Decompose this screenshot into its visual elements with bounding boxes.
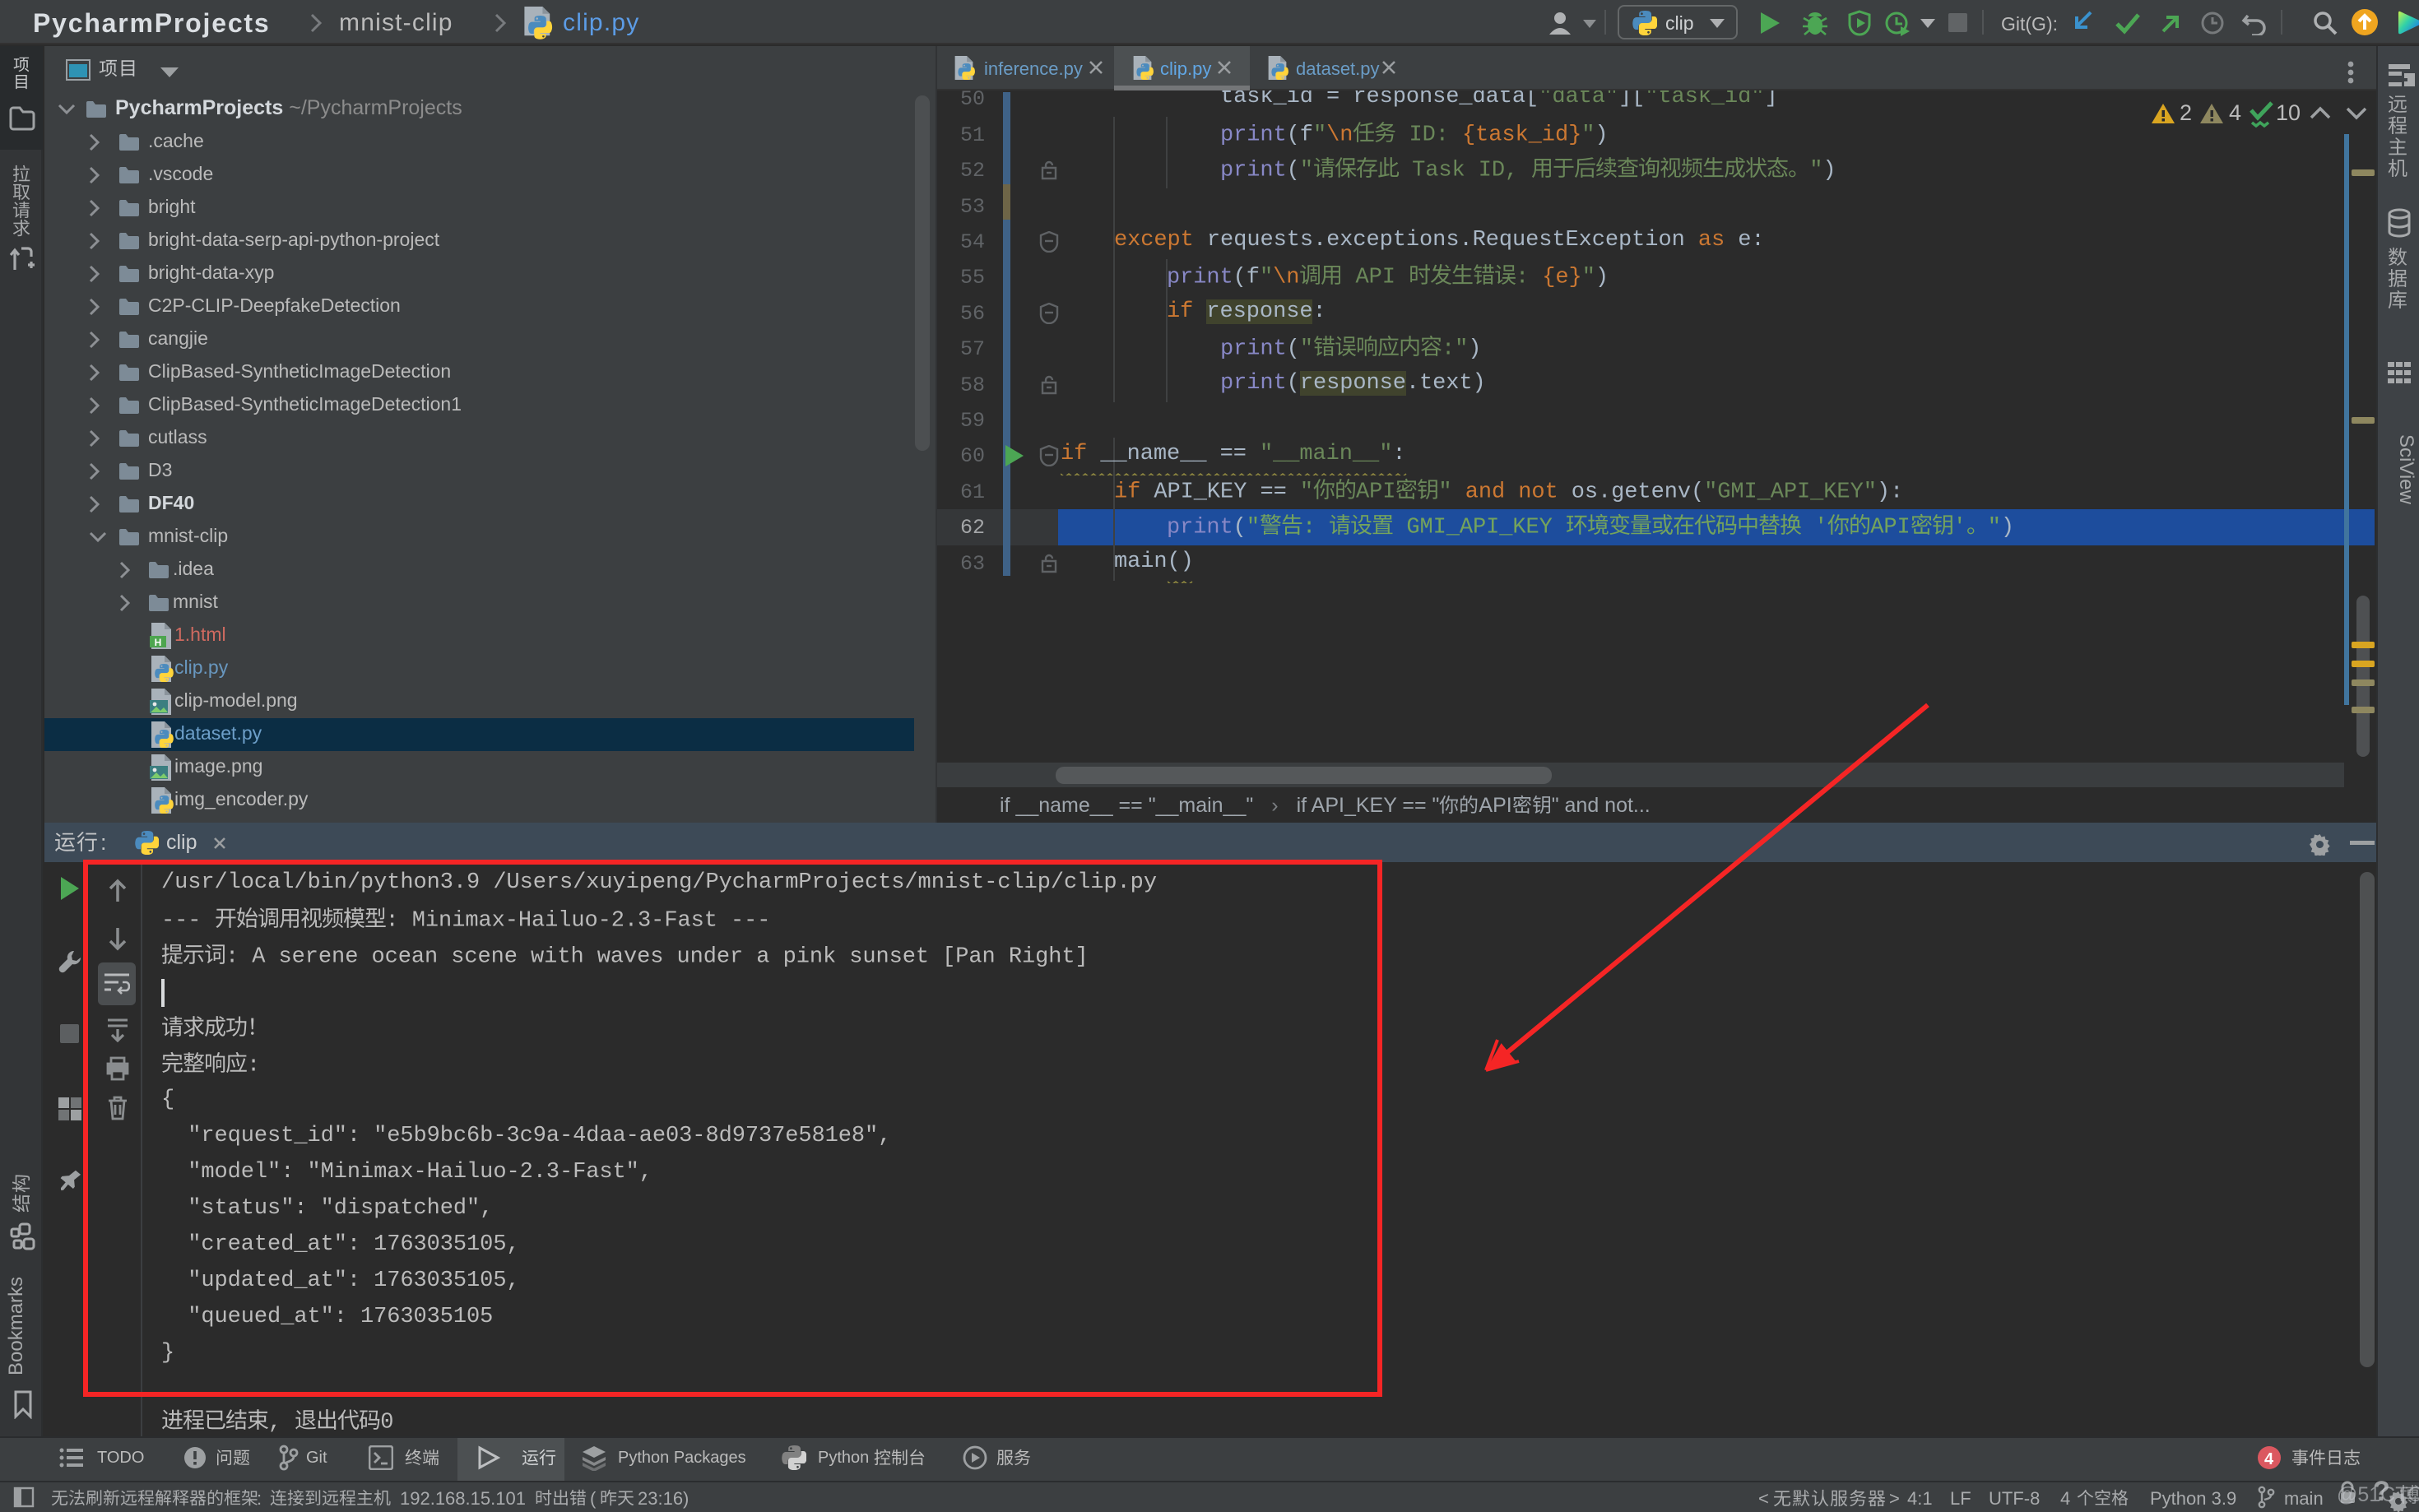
svg-text:H: H [155,637,162,648]
